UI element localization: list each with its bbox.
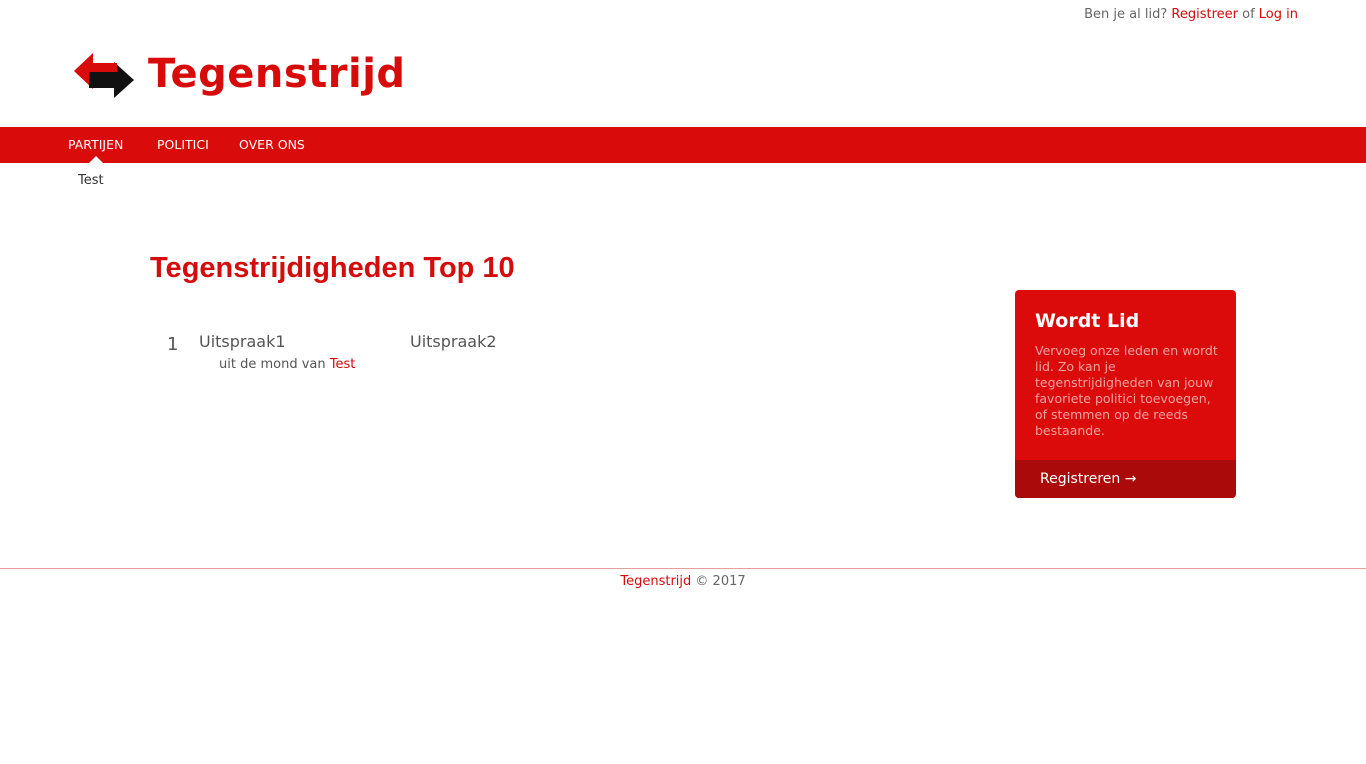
statement-byline: uit de mond van Test [219, 357, 355, 372]
or-text: of [1242, 7, 1255, 22]
subnav-item-test[interactable]: Test [78, 173, 104, 188]
register-link[interactable]: Registreer [1171, 7, 1238, 22]
join-panel: Wordt Lid Vervoeg onze leden en wordt li… [1015, 290, 1236, 498]
politician-link[interactable]: Test [330, 357, 356, 372]
nav-item-label: Partijen [68, 137, 124, 152]
double-arrow-logo-icon [74, 53, 134, 98]
nav-item-partijen[interactable]: Partijen [68, 127, 123, 163]
active-caret-icon [88, 156, 103, 163]
footer-divider [0, 568, 1366, 569]
nav-item-politici[interactable]: Politici [157, 127, 209, 163]
nav-item-label: Over ons [239, 137, 305, 152]
byline-prefix: uit de mond van [219, 357, 326, 372]
member-prompt-text: Ben je al lid? [1084, 7, 1168, 22]
register-button[interactable]: Registreren → [1015, 460, 1236, 498]
footer-copyright: © 2017 [695, 574, 746, 589]
join-panel-title: Wordt Lid [1035, 310, 1140, 332]
nav-item-label: Politici [157, 137, 209, 152]
site-logo[interactable]: Tegenstrijd [74, 50, 406, 98]
join-panel-text: Vervoeg onze leden en wordt lid. Zo kan … [1035, 343, 1218, 438]
page-title: Tegenstrijdigheden Top 10 [150, 252, 515, 284]
footer: Tegenstrijd © 2017 [0, 574, 1366, 589]
statement-two-link[interactable]: Uitspraak2 [410, 332, 497, 351]
nav-item-over-ons[interactable]: Over ons [239, 127, 305, 163]
site-title: Tegenstrijd [148, 51, 406, 97]
member-prompt-bar: Ben je al lid? Registreer of Log in [1084, 7, 1298, 22]
footer-brand-link[interactable]: Tegenstrijd [620, 574, 691, 589]
rank-number: 1 [167, 334, 179, 355]
login-link[interactable]: Log in [1259, 7, 1298, 22]
main-navbar: Partijen Politici Over ons [0, 127, 1366, 163]
statement-one-link[interactable]: Uitspraak1 [199, 332, 286, 351]
